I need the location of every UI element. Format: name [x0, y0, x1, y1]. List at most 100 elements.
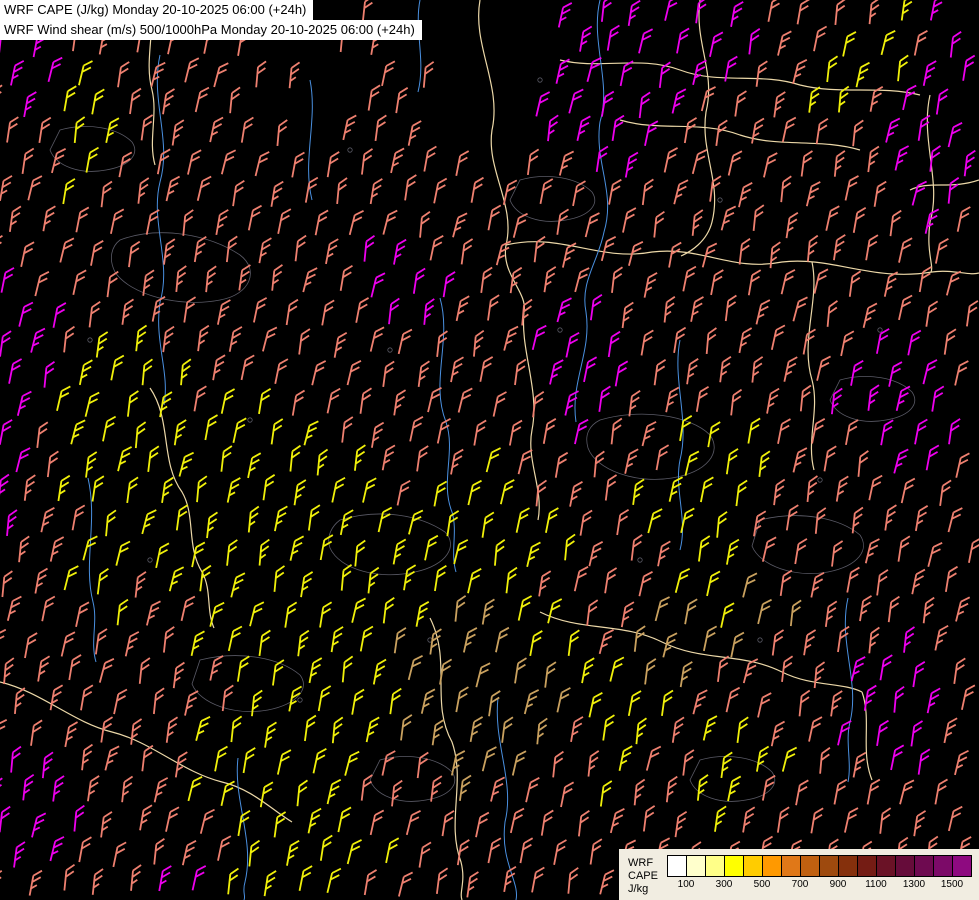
wind-barb	[589, 692, 602, 717]
wind-barb	[575, 566, 588, 592]
wind-barb	[341, 656, 355, 682]
title-bar: WRF CAPE (J/kg) Monday 20-10-2025 06:00 …	[0, 0, 422, 40]
wind-barb	[472, 331, 486, 357]
wind-barb	[360, 775, 373, 801]
wind-barb	[480, 267, 493, 292]
legend-tick-label: 900	[830, 879, 847, 890]
legend-color-cell	[687, 856, 706, 876]
wind-barb	[763, 776, 775, 801]
wind-barb	[23, 475, 36, 501]
wind-barb	[226, 869, 240, 895]
wind-barb	[849, 271, 862, 296]
wind-barb	[926, 209, 939, 235]
wind-barb	[456, 151, 468, 176]
wind-barb	[582, 658, 594, 683]
wind-barb	[557, 297, 571, 323]
wind-barb	[96, 569, 109, 595]
wind-barb	[546, 115, 560, 141]
wind-barb	[783, 747, 797, 773]
wind-barb	[328, 779, 341, 805]
legend-label-parameter: CAPE	[628, 870, 658, 883]
wind-barb	[504, 867, 516, 892]
wind-barb	[931, 0, 944, 21]
wind-barb	[922, 598, 935, 624]
wind-barb	[471, 178, 483, 203]
wind-barb	[319, 686, 331, 711]
wind-barb	[454, 539, 468, 565]
wind-barb	[230, 716, 244, 742]
wind-barb	[768, 0, 780, 22]
wind-barb	[758, 599, 771, 625]
wind-barb	[468, 480, 481, 506]
wind-barb	[422, 299, 436, 325]
wind-barb	[160, 392, 172, 417]
legend-color-cell	[820, 856, 839, 876]
wind-barb	[425, 535, 438, 560]
wind-barb	[779, 176, 793, 202]
wind-barb	[129, 865, 143, 891]
wind-barb	[92, 476, 105, 501]
wind-barb	[600, 0, 614, 22]
wind-barb	[789, 600, 803, 626]
wind-barb	[629, 691, 641, 716]
wind-barb	[62, 327, 76, 353]
wind-barb	[918, 115, 931, 140]
wind-barb	[185, 57, 199, 83]
wind-barb	[69, 655, 81, 680]
wind-barb	[247, 507, 261, 533]
wind-barb	[128, 242, 141, 268]
wind-barb	[9, 359, 22, 384]
wind-barb	[57, 386, 70, 412]
wind-barb	[949, 32, 963, 58]
wind-barb	[287, 841, 299, 866]
title-cape: WRF CAPE (J/kg) Monday 20-10-2025 06:00 …	[0, 0, 313, 20]
wind-barb	[602, 236, 616, 262]
cape-legend: WRF CAPE J/kg 10030050070090011001300150…	[619, 849, 979, 900]
wind-barb	[953, 658, 966, 683]
wind-barb	[155, 777, 168, 802]
wind-barb	[17, 536, 31, 562]
station-circle	[298, 698, 302, 702]
wind-barb	[28, 175, 42, 201]
wind-barb	[600, 869, 614, 895]
legend-color-cell	[915, 856, 934, 876]
wind-barb	[639, 28, 653, 54]
wind-barb	[811, 808, 823, 833]
wind-barb	[901, 0, 914, 21]
wind-barb	[126, 391, 139, 417]
wind-barb	[0, 871, 4, 897]
wind-barb	[535, 718, 549, 744]
wind-barb	[804, 630, 816, 655]
wind-barb	[348, 839, 362, 865]
wind-barb	[453, 212, 467, 238]
wind-barb	[52, 776, 65, 801]
weather-map: WRF CAPE (J/kg) Monday 20-10-2025 06:00 …	[0, 0, 979, 900]
legend-tick-label: 1500	[941, 879, 963, 890]
wind-barb	[52, 148, 66, 174]
wind-barb	[273, 566, 287, 592]
wind-barb	[176, 505, 189, 530]
wind-barb	[491, 777, 505, 803]
wind-barb	[35, 271, 49, 297]
wind-barb	[913, 662, 926, 687]
wind-barb	[294, 236, 307, 262]
wind-barb	[734, 91, 747, 116]
wind-barb	[701, 477, 714, 502]
wind-barb	[778, 31, 791, 57]
wind-barb	[962, 685, 975, 710]
wind-barb	[228, 478, 241, 503]
wind-barb	[693, 149, 707, 175]
wind-barb	[194, 237, 206, 262]
wind-barb	[724, 295, 737, 321]
wind-barb	[249, 205, 262, 230]
wind-barb	[383, 210, 397, 236]
wind-barb-layer	[0, 0, 979, 898]
wind-barb	[825, 301, 839, 327]
wind-barb	[111, 209, 124, 234]
wind-barb	[214, 62, 228, 88]
title-wind-shear: WRF Wind shear (m/s) 500/1000hPa Monday …	[0, 20, 422, 40]
wind-barb	[625, 449, 638, 474]
wind-barb	[24, 92, 36, 117]
wind-barb	[830, 691, 843, 716]
wind-barb	[648, 508, 662, 534]
